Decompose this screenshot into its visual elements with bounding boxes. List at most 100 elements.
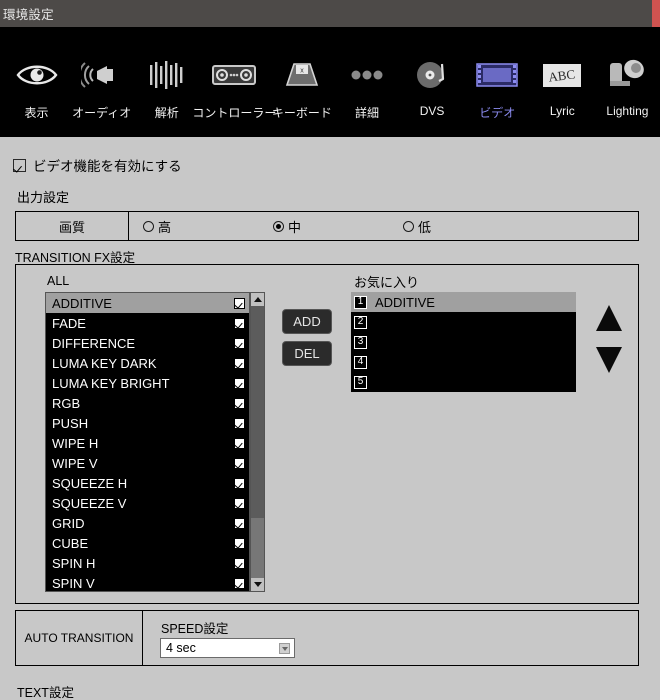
transition-list-item[interactable]: SQUEEZE V — [46, 493, 249, 513]
transition-name: SPIN V — [52, 575, 95, 591]
favorite-slot[interactable]: 1 ADDITIVE — [351, 292, 576, 312]
transition-list-item[interactable]: GRID — [46, 513, 249, 533]
favorites-list[interactable]: 1 ADDITIVE 2 3 4 5 — [351, 292, 576, 392]
all-list-title: ALL — [47, 274, 70, 288]
transition-enabled-checkbox[interactable] — [234, 357, 245, 369]
tab-dvs[interactable]: DVS — [400, 27, 465, 137]
quality-option-medium[interactable]: 中 — [273, 217, 301, 236]
tab-keyboard[interactable]: x キーボード — [269, 27, 334, 137]
transition-list-item[interactable]: SQUEEZE H — [46, 473, 249, 493]
transition-enabled-checkbox[interactable] — [234, 577, 245, 589]
scrollbar-track[interactable] — [251, 306, 264, 578]
transition-name: DIFFERENCE — [52, 335, 136, 351]
transition-list-item[interactable]: RGB — [46, 393, 249, 413]
transition-enabled-checkbox[interactable] — [234, 317, 245, 329]
auto-transition-table: AUTO TRANSITION SPEED設定 4 sec — [15, 610, 639, 666]
radio-high[interactable] — [143, 220, 154, 232]
all-list-scrollbar[interactable] — [250, 292, 265, 592]
favorites-title: お気に入り — [354, 275, 420, 290]
scroll-up-button[interactable] — [251, 293, 264, 306]
transition-enabled-checkbox[interactable] — [234, 537, 245, 549]
quality-option-low-label: 低 — [418, 219, 432, 235]
preferences-window: 環境設定 表示 オーディオ 解析 コントローラー x キーボード 詳細 DVS … — [0, 0, 660, 700]
transition-list-item[interactable]: SPIN V — [46, 573, 249, 591]
transition-list-item[interactable]: DIFFERENCE — [46, 333, 249, 353]
favorite-slot-number: 2 — [354, 315, 367, 329]
scrollbar-thumb[interactable] — [251, 306, 264, 518]
move-up-button[interactable] — [596, 305, 622, 331]
favorites-order-controls — [589, 305, 629, 373]
tab-details-label: 詳細 — [354, 106, 379, 120]
transition-enabled-checkbox[interactable] — [234, 557, 245, 569]
scroll-down-button[interactable] — [251, 578, 264, 591]
transition-list-item[interactable]: FADE — [46, 313, 249, 333]
speaker-icon — [80, 53, 123, 97]
transition-name: CUBE — [52, 535, 89, 551]
transition-list-item[interactable]: CUBE — [46, 533, 249, 553]
favorite-slot-number: 4 — [354, 355, 367, 369]
tab-lighting-label: Lighting — [606, 104, 649, 118]
chevron-down-icon[interactable] — [279, 643, 290, 654]
move-down-button[interactable] — [596, 347, 622, 373]
favorite-slot-name: ADDITIVE — [375, 294, 435, 310]
transition-enabled-checkbox[interactable] — [234, 477, 245, 489]
film-icon — [475, 53, 519, 97]
transition-list-item[interactable]: PUSH — [46, 413, 249, 433]
favorite-slot[interactable]: 3 — [351, 332, 576, 352]
close-button[interactable] — [652, 0, 660, 27]
enable-video-checkbox[interactable] — [13, 158, 26, 172]
favorite-slot[interactable]: 5 — [351, 372, 576, 392]
quality-option-low[interactable]: 低 — [403, 217, 431, 236]
transition-list-item[interactable]: LUMA KEY BRIGHT — [46, 373, 249, 393]
tab-lyric[interactable]: ABC Lyric — [530, 27, 595, 137]
transition-name: SQUEEZE H — [52, 475, 128, 491]
transition-enabled-checkbox[interactable] — [234, 377, 245, 389]
radio-medium[interactable] — [273, 220, 284, 232]
speed-setting-label: SPEED設定 — [161, 622, 229, 636]
auto-transition-body: SPEED設定 4 sec — [143, 611, 638, 665]
transition-enabled-checkbox[interactable] — [234, 517, 245, 529]
speed-dropdown-value: 4 sec — [166, 641, 196, 655]
tab-lyric-label: Lyric — [549, 104, 575, 118]
transition-list-item[interactable]: ADDITIVE — [46, 293, 249, 313]
transition-enabled-checkbox[interactable] — [234, 337, 245, 349]
quality-option-high[interactable]: 高 — [143, 217, 171, 236]
transition-enabled-checkbox[interactable] — [234, 497, 245, 509]
tab-video[interactable]: ビデオ — [465, 27, 530, 137]
radio-low[interactable] — [403, 220, 414, 232]
transition-enabled-checkbox[interactable] — [234, 457, 245, 469]
eye-icon — [16, 53, 58, 97]
transition-enabled-checkbox[interactable] — [234, 297, 245, 309]
text-settings-label: TEXT設定 — [17, 686, 74, 700]
tab-details[interactable]: 詳細 — [334, 27, 399, 137]
tab-analysis[interactable]: 解析 — [134, 27, 199, 137]
tab-keyboard-label: キーボード — [271, 106, 332, 120]
add-button[interactable]: ADD — [282, 309, 332, 334]
transition-list-item[interactable]: WIPE V — [46, 453, 249, 473]
tab-lighting[interactable]: Lighting — [595, 27, 660, 137]
favorite-slot[interactable]: 2 — [351, 312, 576, 332]
transition-name: SPIN H — [52, 555, 96, 571]
tab-controller[interactable]: コントローラー — [192, 27, 276, 137]
quality-option-medium-label: 中 — [288, 219, 302, 235]
quality-table: 画質 高 中 低 — [15, 211, 639, 241]
transition-list-item[interactable]: SPIN H — [46, 553, 249, 573]
transition-name: PUSH — [52, 415, 89, 431]
transition-name: WIPE V — [52, 455, 98, 471]
window-title: 環境設定 — [3, 8, 54, 22]
transition-list-item[interactable]: WIPE H — [46, 433, 249, 453]
abc-icon: ABC — [539, 53, 585, 97]
transition-list-item[interactable]: LUMA KEY DARK — [46, 353, 249, 373]
transition-enabled-checkbox[interactable] — [234, 397, 245, 409]
tab-display[interactable]: 表示 — [4, 27, 69, 137]
del-button[interactable]: DEL — [282, 341, 332, 366]
all-transitions-list[interactable]: ADDITIVE FADE DIFFERENCE LUMA KEY DARK LUMA … — [45, 292, 250, 592]
tab-audio[interactable]: オーディオ — [69, 27, 134, 137]
ellipsis-icon — [346, 53, 388, 97]
speed-dropdown[interactable]: 4 sec — [160, 638, 295, 658]
enable-video-checkbox-row[interactable]: ビデオ機能を有効にする — [13, 155, 182, 175]
transition-name: RGB — [52, 395, 81, 411]
favorite-slot[interactable]: 4 — [351, 352, 576, 372]
transition-enabled-checkbox[interactable] — [234, 437, 245, 449]
transition-enabled-checkbox[interactable] — [234, 417, 245, 429]
